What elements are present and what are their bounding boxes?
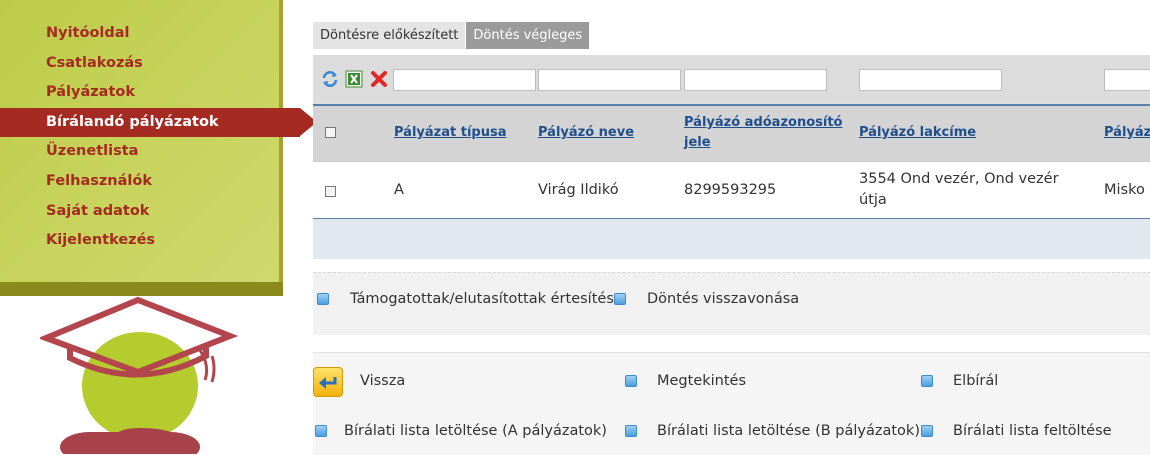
bullet-icon xyxy=(921,425,933,437)
sidebar-item-logout[interactable]: Kijelentkezés xyxy=(0,226,300,256)
review-actions: Vissza Megtekintés Elbírál Bírálati list… xyxy=(313,352,1150,455)
sidebar-bottom-bar xyxy=(0,282,283,296)
sidebar-menu: Nyitóoldal Csatlakozás Pályázatok Bírála… xyxy=(0,19,317,256)
bullet-icon xyxy=(315,425,327,437)
results-grid: Pályázat típusa Pályázó neve Pályázó adó… xyxy=(313,55,1150,259)
decision-actions: Támogatottak/elutasítottak értesítése Dö… xyxy=(313,272,1150,335)
sidebar-item-applications-to-review[interactable]: Bírálandó pályázatok xyxy=(0,107,317,138)
upload-review-list-link[interactable]: Bírálati lista feltöltése xyxy=(953,422,1112,440)
notify-supported-rejected-link[interactable]: Támogatottak/elutasítottak értesítése xyxy=(350,290,623,308)
column-header-applicant-name[interactable]: Pályázó neve xyxy=(538,123,634,143)
cell-application-type: A xyxy=(394,182,404,198)
column-header-application-type[interactable]: Pályázat típusa xyxy=(394,123,506,143)
bullet-icon xyxy=(625,425,637,437)
sidebar-item-applications[interactable]: Pályázatok xyxy=(0,78,300,108)
filter-input-address[interactable] xyxy=(859,69,1002,91)
sidebar-item-join[interactable]: Csatlakozás xyxy=(0,49,300,79)
filter-input-application-type[interactable] xyxy=(393,69,536,91)
graduate-mascot-logo xyxy=(40,296,239,454)
tab-prepared-for-decision[interactable]: Döntésre előkészített xyxy=(313,22,466,49)
cell-tax-id: 8299593295 xyxy=(684,182,777,198)
clear-filter-icon[interactable] xyxy=(370,70,388,88)
back-button[interactable] xyxy=(313,367,343,397)
column-header-tax-id[interactable]: Pályázó adóazonosító jele xyxy=(684,113,844,153)
download-review-list-b-link[interactable]: Bírálati lista letöltése (B pályázatok) xyxy=(657,422,920,440)
refresh-icon[interactable] xyxy=(321,70,339,88)
revoke-decision-link[interactable]: Döntés visszavonása xyxy=(647,290,799,308)
tab-decision-final[interactable]: Döntés végleges xyxy=(466,22,590,49)
column-header-extra[interactable]: Pályáz xyxy=(1104,123,1150,143)
sidebar-item-users[interactable]: Felhasználók xyxy=(0,167,300,197)
table-row[interactable]: A Virág Ildikó 8299593295 3554 Ond vezér… xyxy=(313,161,1150,219)
tab-bar: Döntésre előkészített Döntés végleges xyxy=(313,22,590,49)
judge-link[interactable]: Elbírál xyxy=(953,372,998,390)
view-link[interactable]: Megtekintés xyxy=(657,372,746,390)
bullet-icon xyxy=(921,375,933,387)
filter-input-extra[interactable] xyxy=(1104,69,1150,91)
grid-header: Pályázat típusa Pályázó neve Pályázó adó… xyxy=(313,104,1150,161)
cell-address: 3554 Ond vezér, Ond vezér útja xyxy=(859,171,1059,208)
sidebar-item-messages[interactable]: Üzenetlista xyxy=(0,137,300,167)
select-all-checkbox[interactable] xyxy=(325,127,336,138)
download-review-list-a-link[interactable]: Bírálati lista letöltése (A pályázatok) xyxy=(344,422,607,440)
back-arrow-icon xyxy=(319,377,337,389)
cell-extra: Misko xyxy=(1104,182,1145,198)
grid-toolbar xyxy=(313,55,1150,103)
bullet-icon xyxy=(625,375,637,387)
bullet-icon xyxy=(317,293,329,305)
bullet-icon xyxy=(614,293,626,305)
back-link[interactable]: Vissza xyxy=(360,372,405,390)
filter-input-applicant-name[interactable] xyxy=(538,69,681,91)
cell-applicant-name: Virág Ildikó xyxy=(538,182,619,198)
excel-export-icon[interactable] xyxy=(345,70,363,88)
filter-input-tax-id[interactable] xyxy=(684,69,827,91)
sidebar-item-home[interactable]: Nyitóoldal xyxy=(0,19,300,49)
row-checkbox[interactable] xyxy=(325,186,336,197)
grid-footer xyxy=(313,219,1150,259)
sidebar-item-own-data[interactable]: Saját adatok xyxy=(0,197,300,227)
column-header-address[interactable]: Pályázó lakcíme xyxy=(859,123,976,143)
